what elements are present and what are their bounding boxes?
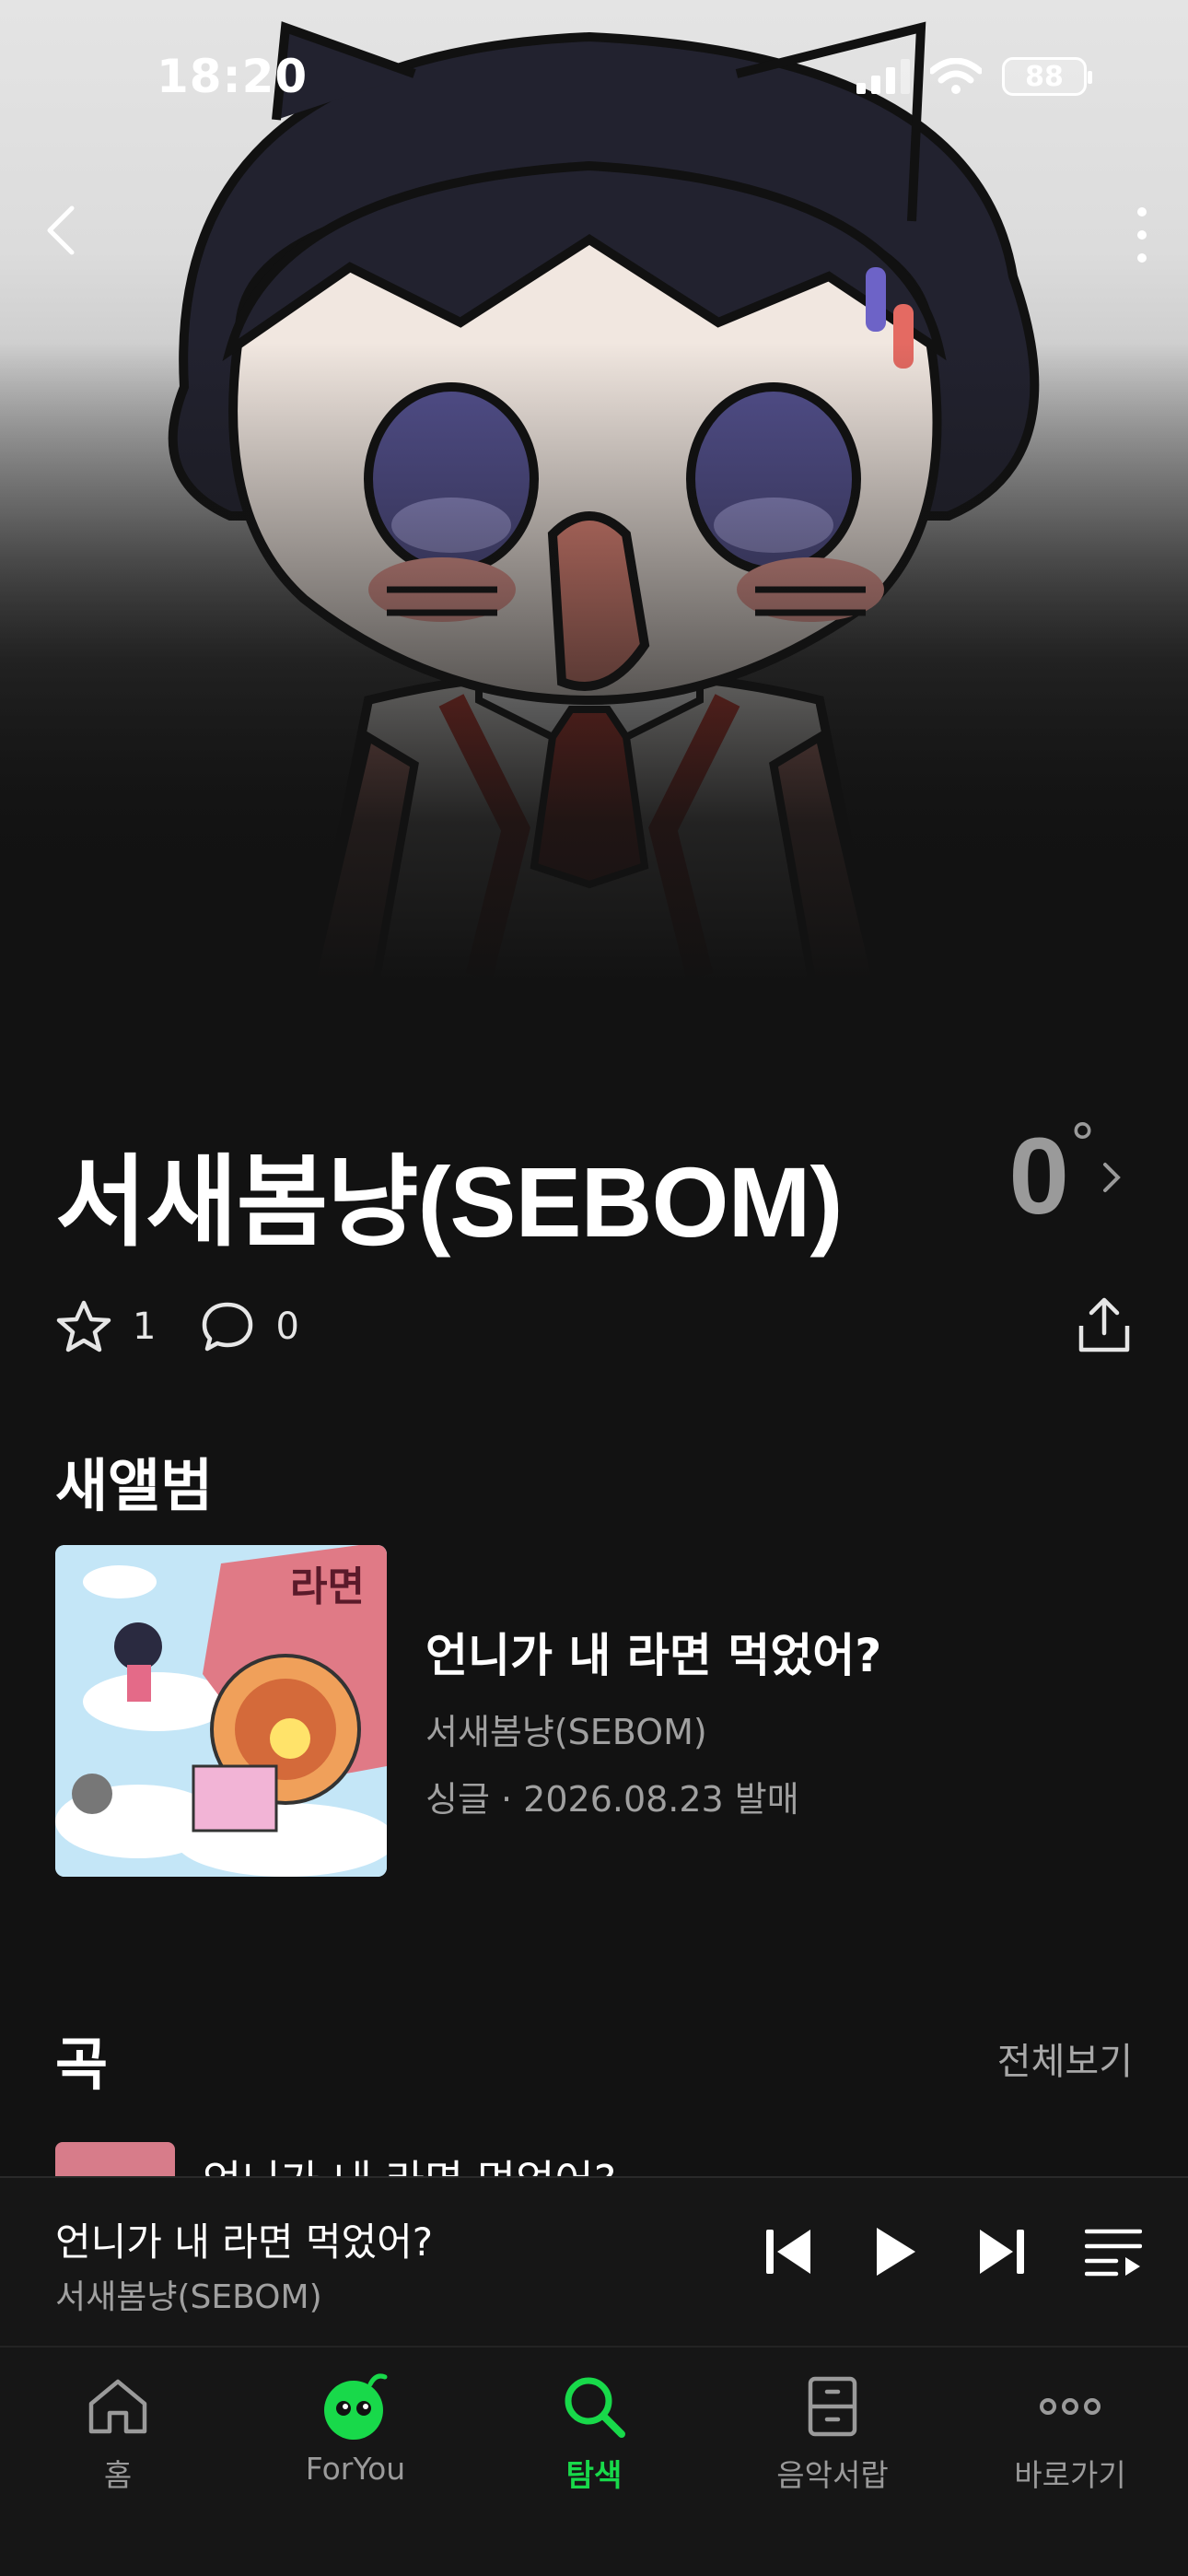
tab-search[interactable]: 탐색 <box>493 2370 695 2495</box>
back-button[interactable] <box>37 203 92 258</box>
album-info: 언니가 내 라면 먹었어? 서새봄냥(SEBOM) 싱글 · 2026.08.2… <box>425 1619 881 1821</box>
more-options-button[interactable] <box>1124 203 1160 267</box>
comment-count: 0 <box>275 1306 299 1348</box>
tab-label: 음악서랍 <box>776 2457 889 2493</box>
tab-shortcuts[interactable]: 바로가기 <box>969 2370 1171 2495</box>
foryou-character-icon <box>324 2373 388 2440</box>
top-navigation <box>0 184 1188 276</box>
like-button[interactable]: 1 <box>55 1299 156 1354</box>
status-bar: 18:20 88 <box>0 0 1188 157</box>
temperature-value: 0 <box>1008 1116 1069 1237</box>
share-button[interactable] <box>1076 1294 1133 1355</box>
tab-label: ForYou <box>305 2451 406 2487</box>
next-track-button[interactable] <box>976 2224 1028 2279</box>
album-release-info: 싱글 · 2026.08.23 발매 <box>425 1779 799 1820</box>
new-album-section-title: 새앨범 <box>55 1452 214 1519</box>
previous-track-button[interactable] <box>763 2224 814 2279</box>
artist-temperature-button[interactable]: 0 ° <box>1008 1116 1124 1237</box>
search-icon <box>565 2377 625 2438</box>
status-time: 18:20 <box>157 50 309 103</box>
songs-section-title: 곡 <box>55 2031 109 2098</box>
comment-icon <box>203 1302 253 1352</box>
player-controls <box>763 2224 1142 2279</box>
wifi-icon <box>930 58 982 94</box>
chevron-right-icon <box>1103 1163 1121 1192</box>
home-icon <box>88 2379 147 2434</box>
song-thumbnail <box>55 2142 175 2179</box>
tab-label: 탐색 <box>565 2457 623 2493</box>
more-dots-icon <box>1040 2398 1101 2415</box>
artist-name: 서새봄냥(SEBOM) <box>55 1146 843 1258</box>
songs-section-header: 곡 전체보기 <box>55 2018 1133 2101</box>
battery-indicator: 88 <box>1002 57 1092 96</box>
artist-action-row: 1 0 <box>55 1294 1133 1359</box>
tab-label: 홈 <box>103 2457 133 2493</box>
see-all-button[interactable]: 전체보기 <box>997 2032 1133 2085</box>
tab-foryou[interactable]: ForYou <box>254 2370 457 2487</box>
play-button[interactable] <box>871 2224 919 2279</box>
song-list-item[interactable]: 언니가 내 라면 먹었어? <box>55 2142 1133 2179</box>
now-playing-title: 언니가 내 라면 먹었어? <box>55 2219 434 2265</box>
song-title: 언니가 내 라면 먹었어? <box>203 2148 616 2179</box>
signal-icon <box>856 59 910 94</box>
new-album-card[interactable]: 라면 언니가 내 라면 먹었어? 서새봄냥(SEBOM) 싱글 · 2026.0… <box>55 1545 1133 1877</box>
star-icon <box>56 1300 111 1352</box>
album-title[interactable]: 언니가 내 라면 먹었어? <box>425 1619 881 1685</box>
album-artist: 서새봄냥(SEBOM) <box>425 1712 707 1752</box>
album-cover[interactable]: 라면 <box>55 1545 387 1877</box>
playlist-button[interactable] <box>1085 2224 1142 2279</box>
tab-label: 바로가기 <box>1014 2457 1126 2493</box>
tab-music-drawer[interactable]: 음악서랍 <box>731 2370 934 2495</box>
temperature-unit: ° <box>1069 1112 1096 1175</box>
status-icons: 88 <box>856 57 1092 96</box>
like-count: 1 <box>133 1306 157 1348</box>
tab-home[interactable]: 홈 <box>17 2370 219 2495</box>
bottom-tab-bar: 홈 ForYou 탐색 음악서랍 바로가기 <box>0 2346 1188 2576</box>
mini-player[interactable]: 언니가 내 라면 먹었어? 서새봄냥(SEBOM) <box>0 2176 1188 2346</box>
album-cover-text: 라면 <box>290 1563 365 1610</box>
artist-hero-image <box>0 0 1188 1142</box>
drawer-icon <box>808 2376 857 2437</box>
comment-button[interactable]: 0 <box>200 1299 299 1354</box>
album-cover-art: 라면 <box>55 1545 387 1877</box>
now-playing-artist: 서새봄냥(SEBOM) <box>55 2278 322 2316</box>
